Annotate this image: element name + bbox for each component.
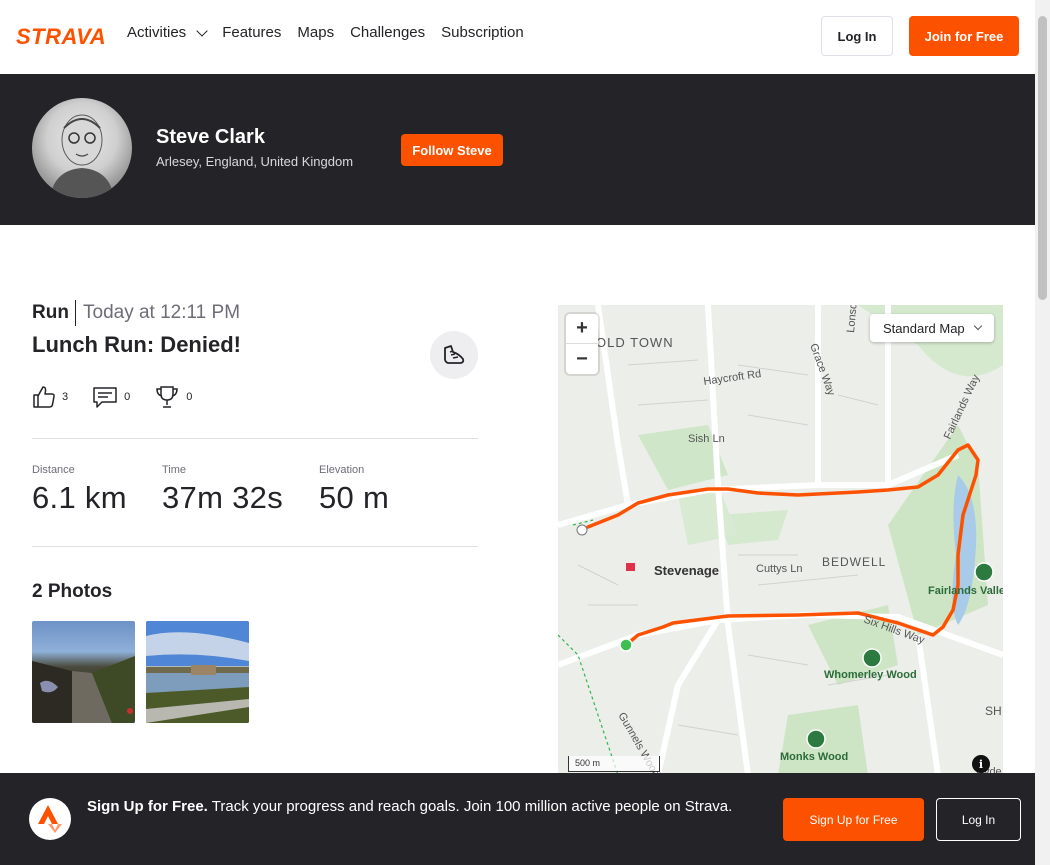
shoe-button[interactable] — [430, 331, 478, 379]
banner-text: Sign Up for Free. Track your progress an… — [87, 798, 733, 815]
stat-value: 50 m — [319, 480, 390, 515]
stat-distance: Distance 6.1 km — [32, 464, 127, 516]
photos-title: 2 Photos — [32, 581, 113, 602]
thumbs-up-icon — [33, 386, 55, 408]
banner-login-button[interactable]: Log In — [936, 798, 1021, 841]
nav-links: Activities Features Maps Challenges Subs… — [127, 24, 540, 41]
stat-elevation: Elevation 50 m — [319, 464, 389, 516]
scrollbar-thumb[interactable] — [1038, 16, 1047, 300]
nav-maps[interactable]: Maps — [297, 24, 334, 41]
route-map[interactable]: OLD TOWN Haycroft Rd Grace Way Lonsdale … — [558, 305, 1003, 775]
map-scale: 500 m — [568, 756, 660, 772]
activity-type: Run — [32, 302, 69, 323]
svg-text:STRAVA: STRAVA — [16, 26, 106, 46]
stat-value: 6.1 km — [32, 480, 127, 515]
signup-banner: Sign Up for Free. Track your progress an… — [0, 773, 1035, 865]
comments-button[interactable]: 0 — [92, 385, 130, 409]
athlete-location: Arlesey, England, United Kingdom — [156, 154, 354, 169]
zoom-control: + − — [566, 314, 598, 374]
athlete-header: Steve Clark Arlesey, England, United Kin… — [0, 74, 1035, 225]
strava-logo[interactable]: STRAVA — [16, 24, 112, 51]
scrollbar[interactable] — [1035, 0, 1050, 865]
divider — [32, 438, 478, 439]
comments-count: 0 — [124, 391, 131, 403]
chevron-down-icon — [973, 321, 982, 331]
activity-photo[interactable] — [32, 621, 135, 723]
comment-icon — [93, 387, 117, 408]
stat-label: Time — [162, 464, 187, 476]
nav-features[interactable]: Features — [222, 24, 281, 41]
nav-subscription[interactable]: Subscription — [441, 24, 524, 41]
achievements-count: 0 — [186, 391, 193, 403]
map-canvas[interactable]: OLD TOWN Haycroft Rd Grace Way Lonsdale … — [558, 305, 1003, 775]
follow-button[interactable]: Follow Steve — [401, 134, 503, 166]
divider — [32, 546, 478, 547]
svg-text:Fairlands Valley: Fairlands Valley — [928, 585, 1003, 597]
social-bar: 3 0 0 — [32, 384, 216, 410]
kudos-button[interactable]: 3 — [32, 385, 68, 409]
svg-text:Cuttys Ln: Cuttys Ln — [756, 563, 802, 575]
svg-text:Sish Ln: Sish Ln — [688, 433, 725, 445]
nav-activities[interactable]: Activities — [127, 24, 208, 41]
strava-logo-icon — [29, 798, 71, 840]
trophy-icon — [156, 386, 179, 408]
stat-label: Distance — [32, 464, 75, 476]
achievements-button[interactable]: 0 — [154, 384, 192, 410]
stat-value: 37m 32s — [162, 480, 283, 515]
stat-time: Time 37m 32s — [162, 464, 283, 516]
join-button[interactable]: Join for Free — [909, 16, 1019, 56]
svg-text:OLD TOWN: OLD TOWN — [596, 335, 674, 350]
athlete-name[interactable]: Steve Clark — [156, 126, 265, 149]
svg-text:BEDWELL: BEDWELL — [822, 555, 886, 569]
shoe-icon — [444, 345, 465, 364]
top-nav: STRAVA Activities Features Maps Challeng… — [0, 0, 1035, 74]
zoom-out-button[interactable]: − — [566, 344, 598, 374]
zoom-in-button[interactable]: + — [566, 314, 598, 344]
svg-text:Stevenage: Stevenage — [654, 563, 719, 578]
activity-photo[interactable] — [146, 621, 249, 723]
activity-time: Today at 12:11 PM — [83, 302, 241, 323]
map-style-select[interactable]: Standard Map — [870, 314, 994, 342]
stat-label: Elevation — [319, 464, 365, 476]
activity-title: Lunch Run: Denied! — [32, 332, 241, 357]
svg-text:SH: SH — [985, 704, 1002, 718]
svg-text:Whomerley Wood: Whomerley Wood — [824, 669, 917, 681]
login-button[interactable]: Log In — [821, 16, 893, 56]
avatar[interactable] — [32, 98, 132, 198]
svg-text:Monks Wood: Monks Wood — [780, 751, 848, 763]
kudos-count: 3 — [62, 391, 69, 403]
info-icon[interactable]: i — [972, 755, 990, 773]
signup-button[interactable]: Sign Up for Free — [783, 798, 924, 841]
nav-challenges[interactable]: Challenges — [350, 24, 425, 41]
divider — [75, 300, 76, 326]
chevron-down-icon — [196, 24, 208, 37]
